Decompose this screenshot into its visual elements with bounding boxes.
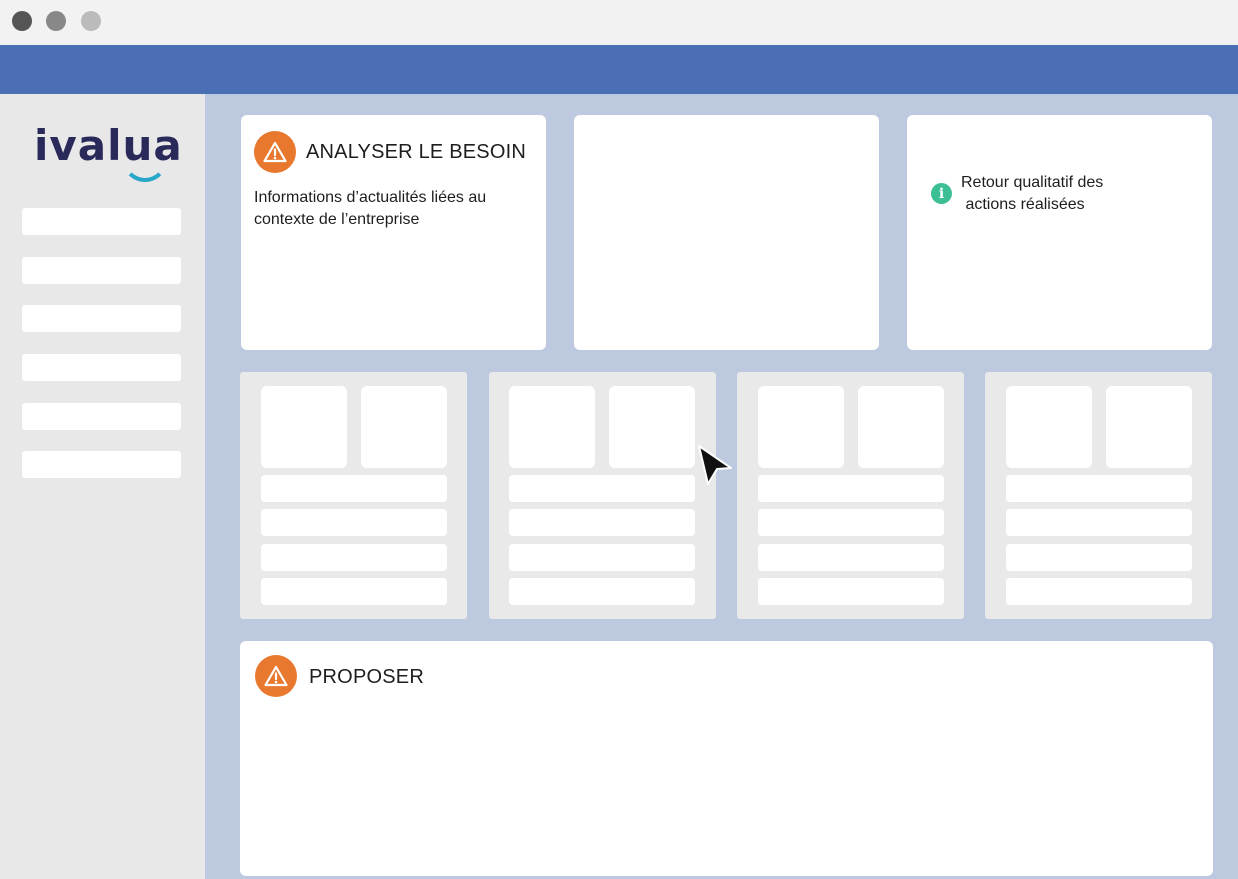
proposer-card[interactable]: PROPOSER bbox=[240, 641, 1213, 876]
panel-row[interactable] bbox=[509, 509, 695, 536]
panel-2 bbox=[489, 372, 716, 619]
card-text-line-2: actions réalisées bbox=[961, 196, 1085, 213]
panel-row[interactable] bbox=[1006, 475, 1192, 502]
sidebar-item-2[interactable] bbox=[22, 257, 181, 284]
feedback-card[interactable]: i Retour qualitatif des actions réalisée… bbox=[907, 115, 1212, 350]
card-title: ANALYSER LE BESOIN bbox=[306, 141, 526, 163]
panel-row[interactable] bbox=[1006, 509, 1192, 536]
sidebar-item-5[interactable] bbox=[22, 403, 181, 430]
sidebar-item-6[interactable] bbox=[22, 451, 181, 478]
panel-row[interactable] bbox=[509, 544, 695, 571]
panel-row[interactable] bbox=[758, 509, 944, 536]
panel-row[interactable] bbox=[261, 475, 447, 502]
panel-row[interactable] bbox=[509, 578, 695, 605]
warning-icon bbox=[255, 655, 297, 697]
panel-row[interactable] bbox=[261, 509, 447, 536]
panel-row[interactable] bbox=[758, 544, 944, 571]
panel-tile[interactable] bbox=[261, 386, 347, 468]
panel-row[interactable] bbox=[261, 544, 447, 571]
mouse-pointer-icon bbox=[698, 445, 732, 485]
card-title: PROPOSER bbox=[309, 666, 424, 688]
panel-row[interactable] bbox=[758, 578, 944, 605]
card-text-line-1: Informations d’actualités liées au bbox=[254, 189, 487, 206]
panel-row[interactable] bbox=[1006, 544, 1192, 571]
empty-card bbox=[574, 115, 879, 350]
warning-icon bbox=[254, 131, 296, 173]
close-window-button[interactable] bbox=[12, 11, 32, 31]
window-titlebar bbox=[0, 0, 1238, 45]
sidebar-item-1[interactable] bbox=[22, 208, 181, 235]
panel-tile[interactable] bbox=[509, 386, 595, 468]
card-text-line-2: contexte de l’entreprise bbox=[254, 211, 420, 228]
app-header-bar bbox=[0, 45, 1238, 94]
panel-tile[interactable] bbox=[609, 386, 695, 468]
panel-row[interactable] bbox=[261, 578, 447, 605]
analyser-besoin-card[interactable]: ANALYSER LE BESOIN Informations d’actual… bbox=[241, 115, 546, 350]
info-icon: i bbox=[931, 183, 952, 204]
panel-4 bbox=[985, 372, 1212, 619]
minimize-window-button[interactable] bbox=[46, 11, 66, 31]
panel-tile[interactable] bbox=[858, 386, 944, 468]
panel-row[interactable] bbox=[509, 475, 695, 502]
panel-1 bbox=[240, 372, 467, 619]
logo-smile-icon bbox=[122, 158, 168, 182]
sidebar-item-4[interactable] bbox=[22, 354, 181, 381]
panel-row[interactable] bbox=[758, 475, 944, 502]
panel-row[interactable] bbox=[1006, 578, 1192, 605]
sidebar-item-3[interactable] bbox=[22, 305, 181, 332]
panel-tile[interactable] bbox=[758, 386, 844, 468]
panel-tile[interactable] bbox=[1106, 386, 1192, 468]
sidebar: ivalua bbox=[0, 94, 205, 879]
maximize-window-button[interactable] bbox=[81, 11, 101, 31]
card-text-line-1: Retour qualitatif des bbox=[961, 174, 1104, 191]
panel-3 bbox=[737, 372, 964, 619]
ivalua-logo: ivalua bbox=[34, 124, 182, 184]
panel-tile[interactable] bbox=[361, 386, 447, 468]
panel-tile[interactable] bbox=[1006, 386, 1092, 468]
